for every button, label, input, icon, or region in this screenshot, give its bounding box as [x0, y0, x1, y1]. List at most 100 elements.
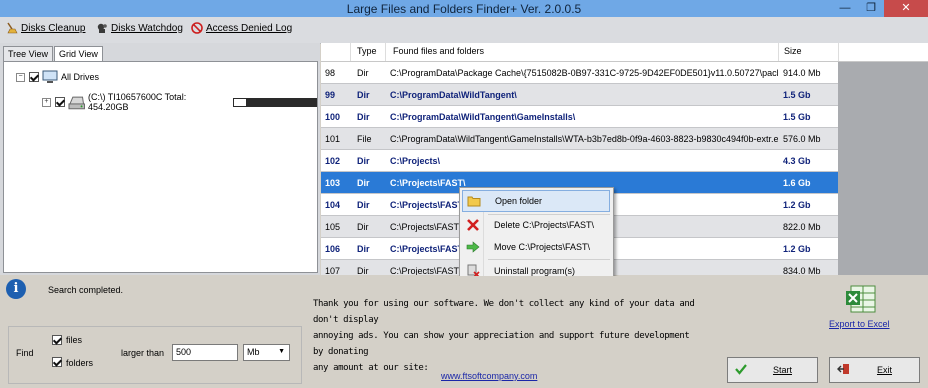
- larger-than-label: larger than: [121, 348, 165, 358]
- cell-num: 98: [325, 68, 336, 78]
- cell-path: C:\ProgramData\WildTangent\GameInstalls\…: [390, 134, 778, 144]
- cell-type: Dir: [357, 266, 369, 275]
- menu-open-folder-label: Open folder: [495, 196, 543, 206]
- cell-size: 834.0 Mb: [783, 266, 821, 275]
- table-row[interactable]: 99 Dir C:\ProgramData\WildTangent\ 1.5 Gb: [321, 84, 838, 106]
- drive-c-label: (C:\) TI10657600C Total: 454.20GB: [87, 92, 187, 112]
- column-header-type[interactable]: Type: [357, 46, 377, 56]
- cell-size: 4.3 Gb: [783, 156, 811, 166]
- menu-move[interactable]: Move C:\Projects\FAST\: [462, 236, 610, 258]
- access-denied-log-button[interactable]: Access Denied Log: [191, 22, 292, 34]
- close-button[interactable]: ✕: [884, 0, 928, 17]
- thanks-line-1: Thank you for using our software. We don…: [313, 299, 695, 325]
- menu-delete-label: Delete C:\Projects\FAST\: [494, 220, 595, 230]
- grid-header: Type Found files and folders Size: [321, 43, 928, 62]
- cell-type: Dir: [357, 90, 370, 100]
- cell-size: 1.5 Gb: [783, 112, 811, 122]
- cell-type: Dir: [357, 178, 370, 188]
- cell-path: C:\ProgramData\WildTangent\GameInstalls\: [390, 112, 576, 122]
- folders-checkbox[interactable]: [52, 357, 62, 367]
- size-threshold-input[interactable]: 500: [172, 344, 238, 361]
- cell-type: Dir: [357, 112, 370, 122]
- status-text: Search completed.: [48, 285, 124, 295]
- table-row[interactable]: 100 Dir C:\ProgramData\WildTangent\GameIns…: [321, 106, 838, 128]
- cell-path: C:\ProgramData\Package Cache\{7515082B-0…: [390, 68, 778, 78]
- menu-uninstall-label: Uninstall program(s): [494, 266, 576, 276]
- table-row[interactable]: 101 File C:\ProgramData\WildTangent\GameIn…: [321, 128, 838, 150]
- chevron-down-icon: ▼: [278, 348, 285, 355]
- files-checkbox[interactable]: [52, 335, 62, 345]
- cell-num: 105: [325, 222, 341, 232]
- green-arrow-icon: [466, 240, 480, 254]
- cell-type: Dir: [357, 200, 370, 210]
- access-denied-log-label: Access Denied Log: [206, 22, 293, 34]
- all-drives-label: All Drives: [61, 72, 100, 82]
- hard-disk-icon: [68, 96, 85, 110]
- exit-door-icon: [836, 363, 850, 377]
- all-drives-checkbox[interactable]: [29, 72, 39, 82]
- cell-num: 101: [325, 134, 341, 144]
- cell-num: 107: [325, 266, 341, 275]
- cell-type: Dir: [357, 222, 369, 232]
- cell-path: C:\Projects\: [390, 156, 441, 166]
- drive-tree: − All Drives + (C:\) TI10657600C Total: …: [3, 61, 318, 273]
- disk-usage-bar: [232, 97, 318, 107]
- thanks-message: Thank you for using our software. We don…: [313, 296, 703, 376]
- size-unit-select[interactable]: Mb ▼: [243, 344, 290, 361]
- cell-type: Dir: [357, 68, 369, 78]
- collapse-icon[interactable]: −: [16, 72, 25, 82]
- website-link[interactable]: www.ftsoftcompany.com: [441, 371, 537, 381]
- cell-size: 576.0 Mb: [783, 134, 821, 144]
- excel-icon[interactable]: [845, 283, 879, 315]
- menu-move-label: Move C:\Projects\FAST\: [494, 242, 591, 252]
- maximize-button[interactable]: ❐: [858, 0, 884, 17]
- checkmark-icon: [734, 363, 748, 377]
- tree-panel: Tree View Grid View − All Drives + (C:\)…: [0, 43, 320, 275]
- folders-label: folders: [66, 358, 94, 368]
- start-label: Start: [772, 365, 792, 375]
- exit-button[interactable]: Exit: [829, 357, 920, 383]
- cell-num: 102: [325, 156, 341, 166]
- column-header-found[interactable]: Found files and folders: [393, 46, 484, 56]
- exit-label: Exit: [876, 365, 892, 375]
- tree-node-drive-c[interactable]: + (C:\) TI10657600C Total: 454.20GB: [42, 92, 318, 112]
- table-row[interactable]: 102 Dir C:\Projects\ 4.3 Gb: [321, 150, 838, 172]
- expand-icon[interactable]: +: [42, 97, 51, 107]
- table-row[interactable]: 98 Dir C:\ProgramData\Package Cache\{75150…: [321, 62, 838, 84]
- column-header-size[interactable]: Size: [784, 46, 802, 56]
- cell-num: 106: [325, 244, 341, 254]
- cell-size: 822.0 Mb: [783, 222, 821, 232]
- tab-tree-view[interactable]: Tree View: [3, 46, 54, 61]
- results-grid[interactable]: Type Found files and folders Size 98 Dir C…: [321, 43, 928, 275]
- start-button[interactable]: Start: [727, 357, 818, 383]
- export-to-excel-link[interactable]: Export to Excel: [829, 319, 890, 329]
- files-label: files: [66, 335, 83, 345]
- minimize-button[interactable]: —: [832, 0, 858, 17]
- cell-path: C:\ProgramData\WildTangent\: [390, 90, 517, 100]
- thanks-line-2: annoying ads. You can show your apprecia…: [313, 331, 690, 357]
- cell-num: 104: [325, 200, 341, 210]
- dog-icon: [97, 23, 107, 33]
- disks-watchdog-button[interactable]: Disks Watchdog: [96, 22, 183, 34]
- title-bar: Large Files and Folders Finder+ Ver. 2.0…: [0, 0, 928, 17]
- tab-grid-view[interactable]: Grid View: [54, 46, 103, 61]
- disks-watchdog-label: Disks Watchdog: [111, 22, 183, 34]
- computer-icon: [42, 70, 58, 83]
- disks-cleanup-label: Disks Cleanup: [21, 22, 86, 34]
- cell-size: 1.2 Gb: [783, 244, 811, 254]
- cell-size: 1.2 Gb: [783, 200, 811, 210]
- menu-delete[interactable]: Delete C:\Projects\FAST\: [462, 214, 610, 236]
- tree-node-all-drives[interactable]: − All Drives: [16, 70, 99, 84]
- cell-size: 1.5 Gb: [783, 90, 811, 100]
- delete-x-icon: [466, 218, 480, 232]
- menu-open-folder[interactable]: Open folder: [462, 190, 610, 212]
- cell-num: 103: [325, 178, 341, 188]
- context-menu: Open folder Delete C:\Projects\FAST\ Mov…: [459, 187, 614, 285]
- drive-c-checkbox[interactable]: [54, 97, 65, 107]
- cell-type: Dir: [357, 156, 370, 166]
- folder-icon: [467, 194, 481, 208]
- broom-icon: [7, 22, 18, 34]
- disks-cleanup-button[interactable]: Disks Cleanup: [6, 22, 85, 34]
- cell-size: 1.6 Gb: [783, 178, 811, 188]
- view-tabs: Tree View Grid View: [3, 46, 104, 62]
